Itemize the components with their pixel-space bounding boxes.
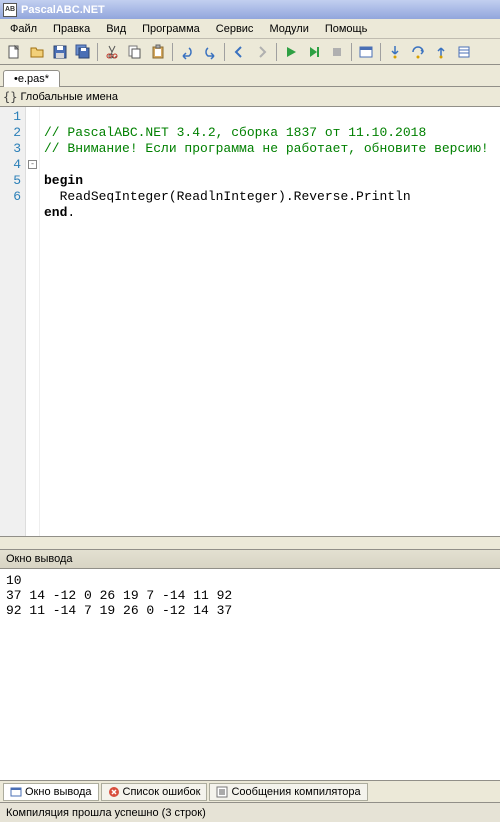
line-num: 6 (0, 189, 21, 205)
redo-icon[interactable] (199, 41, 221, 63)
open-file-icon[interactable] (26, 41, 48, 63)
menu-bar: Файл Правка Вид Программа Сервис Модули … (0, 19, 500, 39)
cut-icon[interactable] (101, 41, 123, 63)
step-over-icon[interactable] (407, 41, 429, 63)
editor[interactable]: 1 2 3 4 5 6 - // PascalABC.NET 3.4.2, сб… (0, 107, 500, 536)
toolbar-sep (380, 43, 381, 61)
braces-icon: {} (3, 90, 17, 104)
copy-icon[interactable] (124, 41, 146, 63)
bottom-tabs: Окно вывода Список ошибок Сообщения комп… (0, 780, 500, 802)
back-icon[interactable] (228, 41, 250, 63)
breakpoint-icon[interactable] (453, 41, 475, 63)
app-icon: AB (3, 3, 17, 17)
fold-icon[interactable]: - (28, 160, 37, 169)
toolbar (0, 39, 500, 65)
toolbar-sep (351, 43, 352, 61)
menu-service[interactable]: Сервис (208, 21, 262, 37)
form-designer-icon[interactable] (355, 41, 377, 63)
output-panel: Окно вывода 10 37 14 -12 0 26 19 7 -14 1… (0, 550, 500, 780)
toolbar-sep (97, 43, 98, 61)
line-gutter: 1 2 3 4 5 6 (0, 107, 26, 536)
menu-help[interactable]: Помощь (317, 21, 376, 37)
step-out-icon[interactable] (430, 41, 452, 63)
toolbar-sep (224, 43, 225, 61)
tab-output[interactable]: Окно вывода (3, 783, 99, 801)
toolbar-sep (276, 43, 277, 61)
forward-icon[interactable] (251, 41, 273, 63)
output-body[interactable]: 10 37 14 -12 0 26 19 7 -14 11 92 92 11 -… (0, 569, 500, 780)
toolbar-sep (172, 43, 173, 61)
scope-label: Глобальные имена (20, 91, 118, 103)
new-file-icon[interactable] (3, 41, 25, 63)
menu-program[interactable]: Программа (134, 21, 208, 37)
output-title: Окно вывода (0, 550, 500, 569)
app-title: PascalABC.NET (21, 4, 105, 16)
run-icon[interactable] (280, 41, 302, 63)
splitter[interactable] (0, 536, 500, 550)
code-comment: // PascalABC.NET 3.4.2, сборка 1837 от 1… (44, 125, 426, 140)
error-icon (108, 786, 120, 798)
tab-label: Окно вывода (25, 786, 92, 798)
line-num: 1 (0, 109, 21, 125)
tab-errors[interactable]: Список ошибок (101, 783, 208, 801)
tab-compiler[interactable]: Сообщения компилятора (209, 783, 367, 801)
status-bar: Компиляция прошла успешно (3 строк) (0, 802, 500, 822)
file-tab[interactable]: •e.pas* (3, 70, 60, 87)
line-num: 5 (0, 173, 21, 189)
stop-icon[interactable] (326, 41, 348, 63)
save-icon[interactable] (49, 41, 71, 63)
tab-label: Список ошибок (123, 786, 201, 798)
code-keyword: end (44, 205, 67, 220)
code-area[interactable]: // PascalABC.NET 3.4.2, сборка 1837 от 1… (40, 107, 493, 536)
code-text: ReadSeqInteger(ReadlnInteger).Reverse.Pr… (60, 189, 411, 204)
code-comment: // Внимание! Если программа не работает,… (44, 141, 489, 156)
paste-icon[interactable] (147, 41, 169, 63)
code-text: . (67, 205, 75, 220)
line-num: 4 (0, 157, 21, 173)
menu-file[interactable]: Файл (2, 21, 45, 37)
tab-strip: •e.pas* (0, 65, 500, 87)
line-num: 2 (0, 125, 21, 141)
run-no-debug-icon[interactable] (303, 41, 325, 63)
menu-modules[interactable]: Модули (261, 21, 316, 37)
status-text: Компиляция прошла успешно (3 строк) (6, 807, 206, 819)
menu-edit[interactable]: Правка (45, 21, 98, 37)
list-icon (216, 786, 228, 798)
window-icon (10, 786, 22, 798)
title-bar: AB PascalABC.NET (0, 0, 500, 19)
line-num: 3 (0, 141, 21, 157)
menu-view[interactable]: Вид (98, 21, 134, 37)
scope-bar[interactable]: {} Глобальные имена (0, 87, 500, 107)
step-into-icon[interactable] (384, 41, 406, 63)
save-all-icon[interactable] (72, 41, 94, 63)
undo-icon[interactable] (176, 41, 198, 63)
fold-column: - (26, 107, 40, 536)
code-keyword: begin (44, 173, 83, 188)
tab-label: Сообщения компилятора (231, 786, 360, 798)
